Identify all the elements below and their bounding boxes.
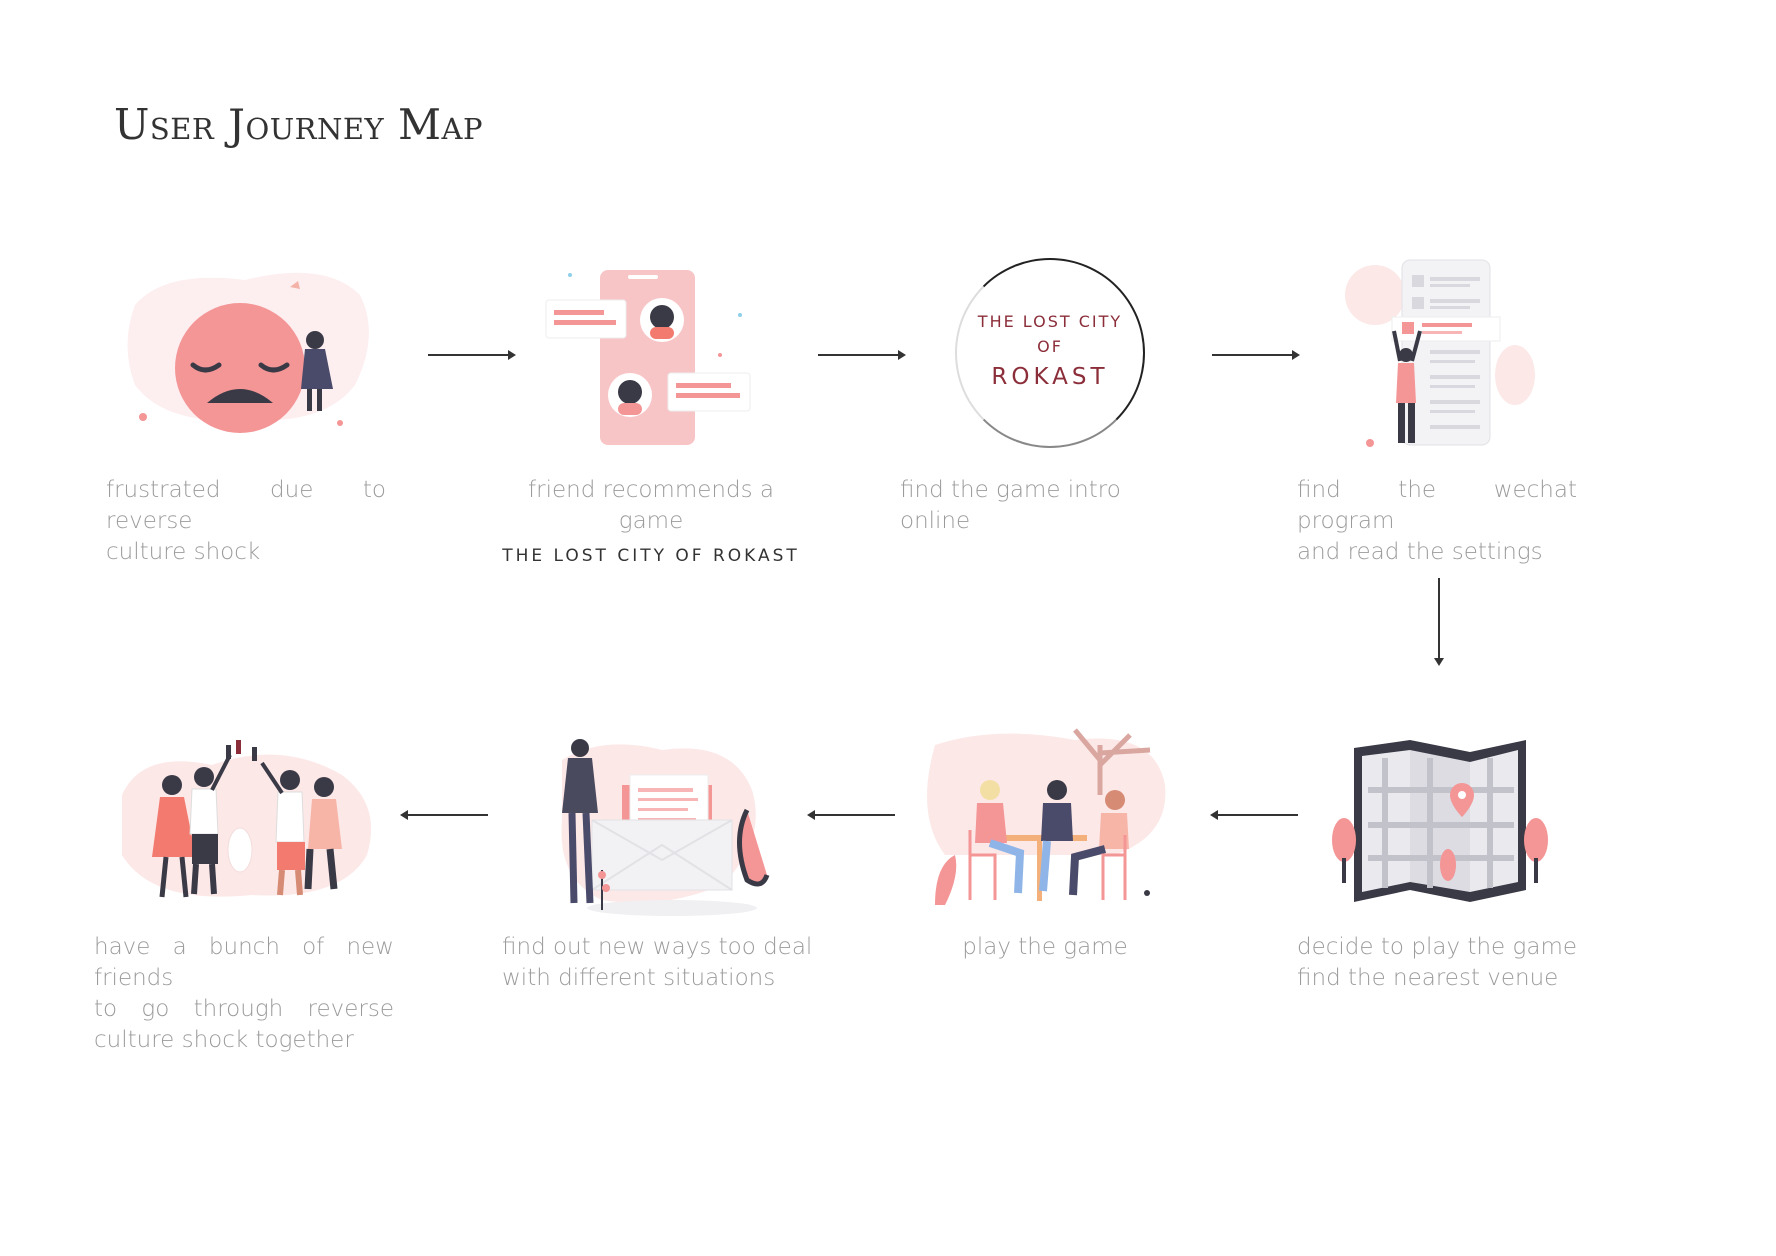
man-with-envelope-illustration [561,739,770,916]
step-caption-4: find the wechat program and read the set… [1297,477,1577,565]
step-caption-6: play the game [962,934,1128,960]
frustrated-face-illustration [127,272,369,433]
step-caption-5: decide to play the game find the nearest… [1297,934,1577,991]
flow-arrow-right-icon [428,350,516,360]
step-caption-3: find the game intro online [900,477,1121,534]
logo-line-1: THE LOST CITY [977,312,1123,331]
friends-toasting-illustration [122,740,372,898]
people-at-table-illustration [927,728,1166,905]
page-title: User Journey Map [114,100,484,149]
game-logo-circle: THE LOST CITY OF ROKAST [955,258,1145,448]
flow-arrow-left-icon [1210,810,1298,820]
game-name-emphasis: THE LOST CITY OF ROKAST [502,546,800,566]
logo-line-2: OF [1037,337,1063,356]
flow-arrow-left-icon [807,810,895,820]
step-caption-1: frustrated due to reverse culture shock [106,477,386,565]
logo-line-3: ROKAST [991,364,1109,390]
wechat-program-illustration [1345,259,1535,447]
folded-map-illustration [1332,740,1548,902]
step-caption-2: friend recommends a game THE LOST CITY O… [496,475,806,572]
step-caption-7: find out new ways too deal with differen… [502,934,813,991]
flow-arrow-right-icon [818,350,906,360]
step-caption-8: have a bunch of new friends to go throug… [94,934,394,1053]
phone-chat-illustration [545,270,751,445]
flow-arrow-right-icon [1212,350,1300,360]
flow-arrow-left-icon [400,810,488,820]
flow-arrow-down-icon [1434,578,1444,666]
